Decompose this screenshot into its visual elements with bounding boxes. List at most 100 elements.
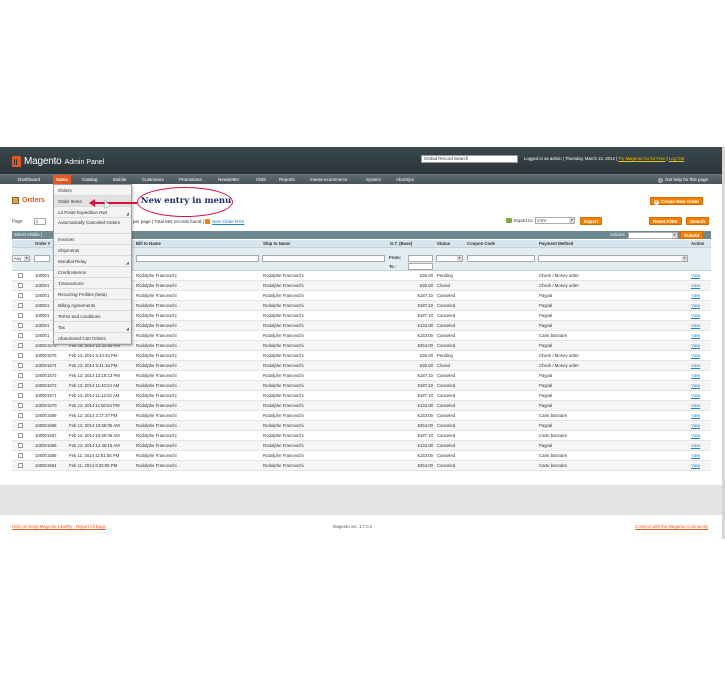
table-row[interactable]: 100001569 Feb 12, 2014 3:17:37 PM Rodolphe…: [12, 411, 711, 421]
menu-item-shipments[interactable]: Shipments: [54, 245, 131, 256]
create-new-order-button[interactable]: + Create New Order: [650, 197, 704, 205]
menu-item-mondial-relay[interactable]: Mondial Relay ◢: [54, 256, 131, 267]
col-bill-to[interactable]: Bill to Name: [136, 240, 161, 248]
nav-meeta-ecommerce[interactable]: meeta-ecommerce: [307, 175, 351, 185]
table-row[interactable]: 100001574 Feb 13, 2014 5:41:16 PM Rodolphe…: [12, 361, 711, 371]
view-link[interactable]: View: [691, 461, 700, 471]
row-checkbox[interactable]: [18, 433, 23, 438]
view-link[interactable]: View: [691, 351, 700, 361]
view-link[interactable]: View: [691, 311, 700, 321]
nav-reports[interactable]: Reports: [276, 175, 298, 185]
new-order-rss-link[interactable]: New Order RSS: [212, 219, 244, 224]
table-row[interactable]: 100001568 Feb 12, 2014 10:59:05 AM Rodolph…: [12, 421, 711, 431]
table-row[interactable]: 100001575 Feb 13, 2014 6:44:40 PM Rodolphe…: [12, 351, 711, 361]
row-checkbox[interactable]: [18, 423, 23, 428]
gt-from-input[interactable]: [408, 255, 433, 262]
row-checkbox[interactable]: [18, 273, 23, 278]
nav-promotions[interactable]: Promotions: [176, 175, 205, 185]
view-link[interactable]: View: [691, 401, 700, 411]
view-link[interactable]: View: [691, 291, 700, 301]
logout-link[interactable]: Log Out: [669, 156, 684, 161]
reset-filter-button[interactable]: Reset Filter: [649, 217, 682, 225]
view-link[interactable]: View: [691, 361, 700, 371]
table-row[interactable]: 100001565 Feb 11, 2014 11:51:58 PM Rodolph…: [12, 451, 711, 461]
row-checkbox[interactable]: [18, 393, 23, 398]
col-coupon[interactable]: Coupon Code: [467, 240, 495, 248]
row-checkbox[interactable]: [18, 303, 23, 308]
coupon-filter-input[interactable]: [467, 255, 535, 262]
row-checkbox[interactable]: [18, 323, 23, 328]
community-link[interactable]: Connect with the Magento Community: [635, 524, 708, 529]
magento-logo[interactable]: Magento Admin Panel: [12, 155, 104, 167]
table-row[interactable]: 100001571 Feb 13, 2014 11:12:02 AM Rodolph…: [12, 391, 711, 401]
bill-to-filter-input[interactable]: [136, 255, 259, 262]
row-checkbox[interactable]: [18, 403, 23, 408]
view-link[interactable]: View: [691, 441, 700, 451]
nav-customers[interactable]: Customers: [139, 175, 167, 185]
report-bugs-link[interactable]: Help Us Keep Magento Healthy - Report Al…: [12, 524, 106, 529]
global-search-input[interactable]: Global Record Search: [421, 155, 518, 163]
row-checkbox[interactable]: [18, 313, 23, 318]
row-checkbox[interactable]: [18, 383, 23, 388]
table-row[interactable]: 100001570 Feb 12, 2014 11:50:54 PM Rodolph…: [12, 401, 711, 411]
view-link[interactable]: View: [691, 341, 700, 351]
status-filter-select[interactable]: ▾: [436, 255, 463, 262]
view-link[interactable]: View: [691, 331, 700, 341]
row-checkbox[interactable]: [18, 453, 23, 458]
page-number-input[interactable]: 1: [33, 218, 46, 225]
table-row[interactable]: 100001573 Feb 13, 2014 12:18:13 PM Rodolph…: [12, 371, 711, 381]
row-checkbox[interactable]: [18, 443, 23, 448]
view-link[interactable]: View: [691, 321, 700, 331]
menu-item-billing-agreements[interactable]: Billing Agreements: [54, 300, 131, 311]
order-filter-input[interactable]: [34, 255, 50, 262]
select-visible-link[interactable]: Select Visible |: [14, 232, 42, 237]
export-button[interactable]: Export: [580, 217, 603, 225]
row-checkbox[interactable]: [18, 413, 23, 418]
view-link[interactable]: View: [691, 431, 700, 441]
col-ship-to[interactable]: Ship to Name: [263, 240, 290, 248]
view-link[interactable]: View: [691, 281, 700, 291]
actions-select[interactable]: ▾: [628, 232, 678, 239]
menu-item-terms-conditions[interactable]: Terms and conditions: [54, 311, 131, 322]
view-link[interactable]: View: [691, 381, 700, 391]
row-checkbox[interactable]: [18, 343, 23, 348]
help-link[interactable]: ? Get help for this page: [657, 175, 708, 185]
nav-cms[interactable]: CMS: [253, 175, 269, 185]
view-link[interactable]: View: [691, 301, 700, 311]
view-link[interactable]: View: [691, 391, 700, 401]
row-checkbox[interactable]: [18, 293, 23, 298]
row-checkbox[interactable]: [18, 333, 23, 338]
view-link[interactable]: View: [691, 411, 700, 421]
menu-item-orders[interactable]: Orders: [54, 185, 131, 196]
menu-item-recurring-profiles[interactable]: Recurring Profiles (beta): [54, 289, 131, 300]
menu-item-la-poste[interactable]: La Poste Expedition Rwt ◢: [54, 207, 131, 218]
payment-filter-select[interactable]: ▾: [538, 255, 688, 262]
row-checkbox[interactable]: [18, 353, 23, 358]
row-checkbox[interactable]: [18, 283, 23, 288]
row-checkbox[interactable]: [18, 373, 23, 378]
nav-system[interactable]: System: [363, 175, 384, 185]
gt-to-input[interactable]: [408, 263, 433, 270]
menu-item-invoices[interactable]: Invoices: [54, 234, 131, 245]
row-checkbox[interactable]: [18, 363, 23, 368]
view-link[interactable]: View: [691, 271, 700, 281]
view-link[interactable]: View: [691, 451, 700, 461]
menu-item-auto-canceled-orders[interactable]: Automatically Canceled Orders: [54, 218, 131, 234]
col-gt-base[interactable]: G.T. (Base): [390, 240, 412, 248]
submit-button[interactable]: Submit: [680, 231, 704, 239]
ship-to-filter-input[interactable]: [262, 255, 385, 262]
nav-dashboard[interactable]: Dashboard: [15, 175, 43, 185]
select-filter[interactable]: Any ▾: [12, 255, 30, 262]
col-status[interactable]: Status: [437, 240, 450, 248]
export-format-select[interactable]: CSV ▾: [535, 217, 576, 224]
menu-item-abandoned-cart-orders[interactable]: Abandoned Cart Orders: [54, 333, 131, 344]
table-row[interactable]: 100001564 Feb 11, 2014 9:33:06 PM Rodolphe…: [12, 461, 711, 471]
view-link[interactable]: View: [691, 371, 700, 381]
row-checkbox[interactable]: [18, 463, 23, 468]
view-link[interactable]: View: [691, 421, 700, 431]
table-row[interactable]: 100001566 Feb 12, 2014 12:45:15 AM Rodolph…: [12, 441, 711, 451]
menu-item-credit-memos[interactable]: Credit Memos: [54, 267, 131, 278]
search-button[interactable]: Search: [686, 217, 710, 225]
table-row[interactable]: 100001572 Feb 13, 2014 11:40:24 AM Rodolph…: [12, 381, 711, 391]
nav-newsletter[interactable]: Newsletter: [215, 175, 242, 185]
